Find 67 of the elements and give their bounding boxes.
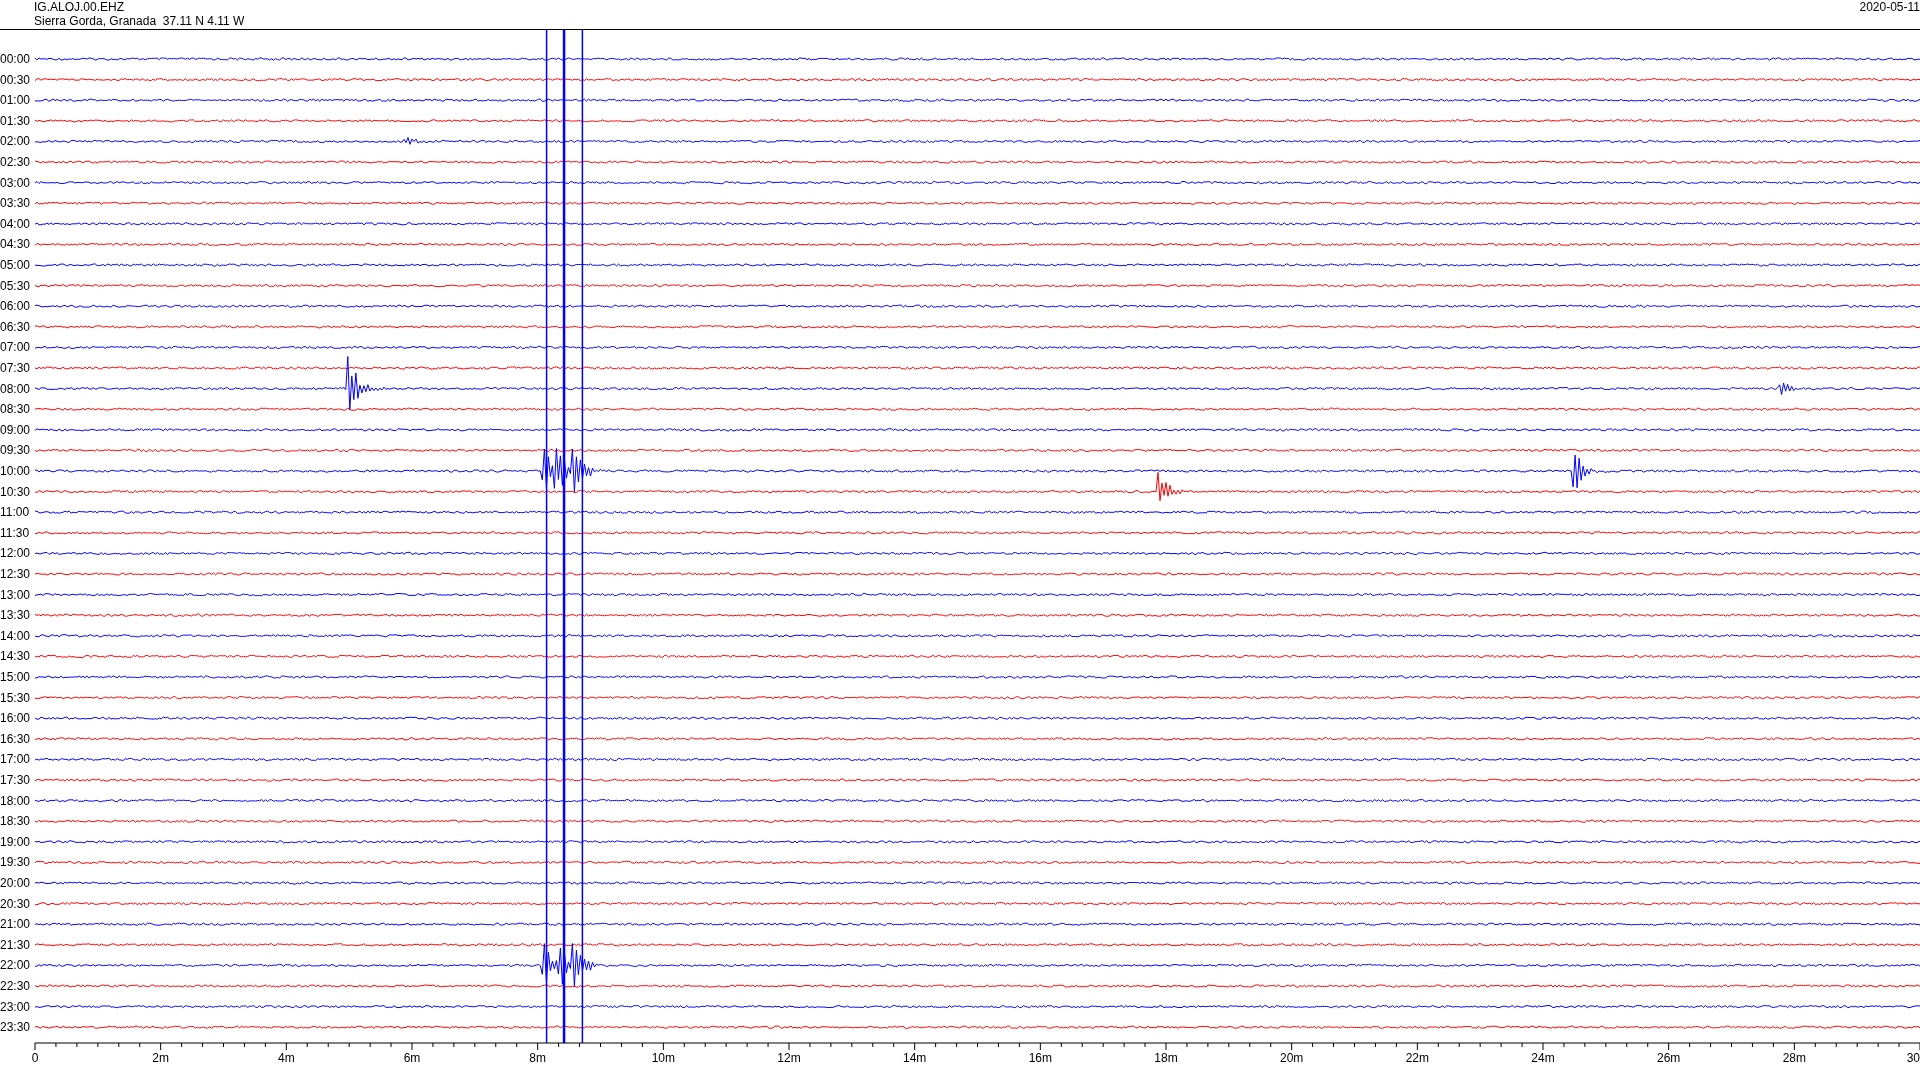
row-time-label: 14:30 <box>0 649 31 664</box>
row-time-label: 05:30 <box>0 278 31 293</box>
row-time-label: 22:00 <box>0 958 31 973</box>
row-time-label: 02:30 <box>0 155 31 169</box>
axis-tick-label: 14m <box>903 1051 927 1065</box>
axis-tick-label: 22m <box>1405 1051 1429 1065</box>
row-time-label: 23:30 <box>0 1020 31 1035</box>
row-time-label: 16:30 <box>0 731 31 746</box>
row-time-label: 21:30 <box>0 937 31 952</box>
axis-tick-label: 12m <box>777 1051 801 1065</box>
row-time-label: 11:00 <box>0 505 30 520</box>
axis-tick-label: 2m <box>152 1051 169 1065</box>
axis-tick-label: 18m <box>1154 1051 1178 1065</box>
row-time-label: 09:00 <box>0 422 31 437</box>
row-time-label: 03:30 <box>0 196 31 211</box>
row-time-label: 16:00 <box>0 711 31 726</box>
axis-tick-label: 0 <box>31 1051 39 1065</box>
row-time-label: 04:30 <box>0 237 31 252</box>
axis-tick-label: 10m <box>651 1051 675 1065</box>
axis-tick-label: 30 <box>1906 1051 1920 1065</box>
row-time-label: 07:00 <box>0 340 31 355</box>
row-time-label: 15:30 <box>0 690 31 705</box>
row-time-label: 18:00 <box>0 793 31 808</box>
row-time-label: 17:30 <box>0 773 31 787</box>
axis-tick-label: 26m <box>1657 1051 1681 1065</box>
row-time-label: 07:30 <box>0 361 31 375</box>
axis-tick-label: 4m <box>278 1051 295 1065</box>
station-location: Sierra Gorda, Granada 37.11 N 4.11 W <box>34 14 245 28</box>
row-time-label: 08:00 <box>0 381 31 396</box>
station-code: IG.ALOJ.00.EHZ <box>34 0 126 14</box>
row-time-label: 18:30 <box>0 814 31 829</box>
row-time-label: 11:30 <box>0 525 30 540</box>
axis-tick-label: 24m <box>1531 1051 1555 1065</box>
row-time-label: 02:00 <box>0 134 31 149</box>
row-time-label: 00:30 <box>0 72 31 87</box>
row-time-label: 17:00 <box>0 752 31 767</box>
row-time-label: 04:00 <box>0 216 31 231</box>
row-time-label: 22:30 <box>0 979 31 993</box>
axis-tick-label: 28m <box>1782 1051 1806 1065</box>
row-time-label: 09:30 <box>0 443 31 458</box>
axis-tick-label: 6m <box>403 1051 421 1065</box>
row-time-label: 00:00 <box>0 52 31 66</box>
row-time-label: 08:30 <box>0 402 31 417</box>
row-time-label: 23:00 <box>0 999 31 1014</box>
row-time-label: 14:00 <box>0 628 31 643</box>
row-time-label: 21:00 <box>0 917 31 932</box>
axis-tick-label: 16m <box>1028 1051 1052 1065</box>
row-time-label: 10:30 <box>0 484 31 499</box>
row-time-label: 13:00 <box>0 587 31 602</box>
row-time-label: 10:00 <box>0 464 31 478</box>
row-time-label: 01:30 <box>0 113 31 128</box>
row-time-label: 12:30 <box>0 567 31 581</box>
row-time-label: 12:00 <box>0 546 31 561</box>
row-time-label: 15:00 <box>0 670 31 684</box>
axis-tick-label: 8m <box>529 1051 546 1065</box>
row-time-label: 19:30 <box>0 855 31 870</box>
row-time-label: 06:00 <box>0 299 31 314</box>
row-time-label: 06:30 <box>0 319 31 334</box>
row-time-label: 13:30 <box>0 608 31 623</box>
row-time-label: 01:00 <box>0 93 31 108</box>
record-date: 2020-05-11 <box>1859 0 1920 14</box>
row-time-label: 20:30 <box>0 896 31 911</box>
row-time-label: 19:00 <box>0 834 31 849</box>
row-time-label: 05:00 <box>0 258 31 272</box>
axis-tick-label: 20m <box>1280 1051 1304 1065</box>
row-time-label: 20:00 <box>0 876 31 890</box>
row-time-label: 03:00 <box>0 175 31 190</box>
